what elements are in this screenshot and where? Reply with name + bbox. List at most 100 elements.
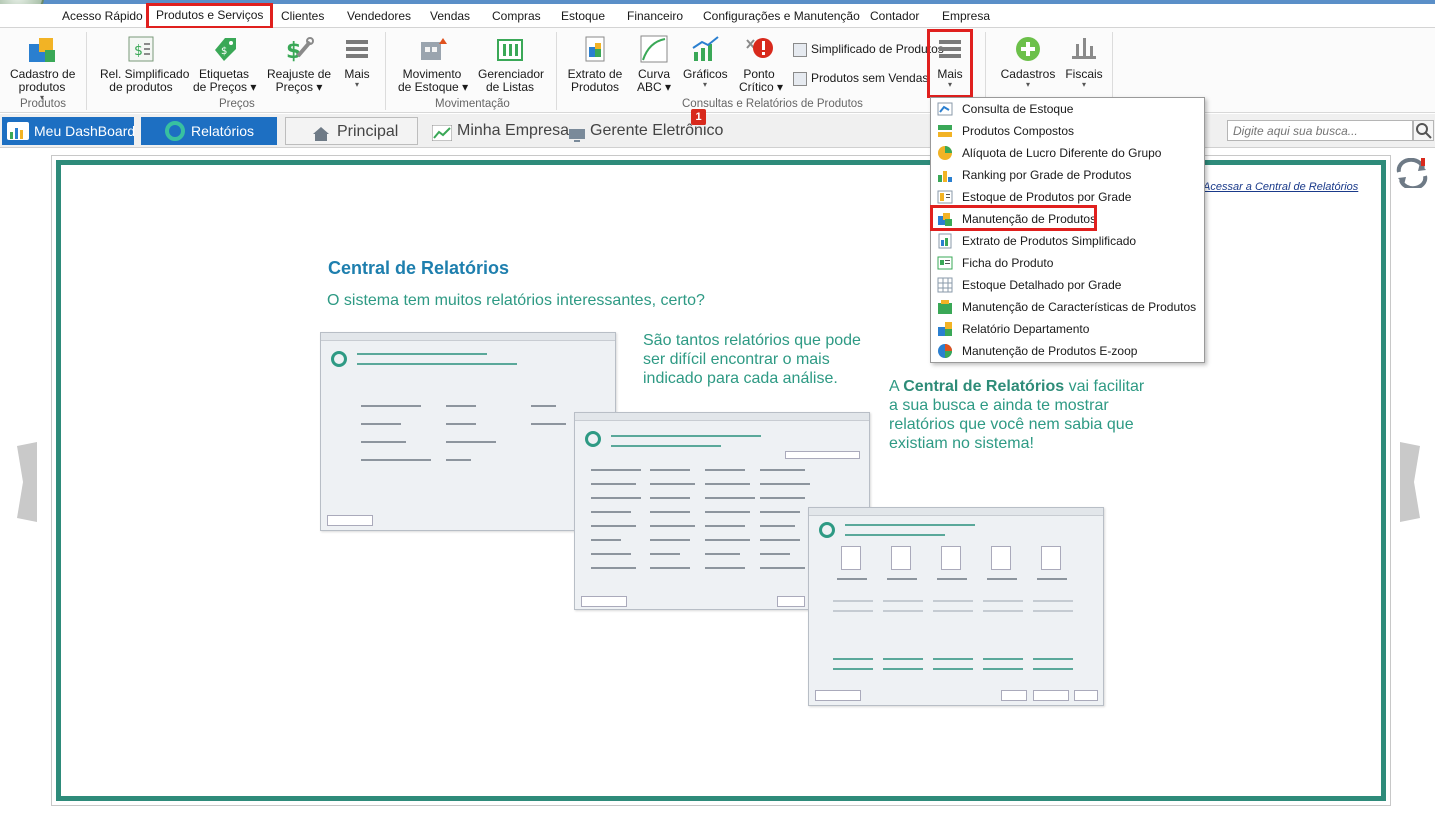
statement-icon xyxy=(937,233,953,249)
group-label-movimentacao: Movimentação xyxy=(435,98,510,110)
ezoop-icon xyxy=(937,343,953,359)
menu-item-ficha-produto[interactable]: Ficha do Produto xyxy=(931,252,1204,274)
profit-rate-icon xyxy=(937,145,953,161)
composite-products-icon xyxy=(937,123,953,139)
tab-minha-empresa[interactable]: Minha Empresa xyxy=(431,117,569,145)
menu-item-ranking-grade[interactable]: Ranking por Grade de Produtos xyxy=(931,164,1204,186)
home-icon xyxy=(312,124,330,152)
produtos-sem-vendas-button[interactable]: Produtos sem Vendas xyxy=(793,69,928,87)
notification-badge: 1 xyxy=(691,109,706,125)
previous-arrow-button[interactable] xyxy=(17,442,37,522)
main-menu-bar: Acesso Rápido Produtos e Serviços Client… xyxy=(0,3,1435,29)
tab-meu-dashboard[interactable]: Meu DashBoard xyxy=(2,117,135,145)
menu-clientes[interactable]: Clientes xyxy=(281,4,324,28)
rel-simplificado-button[interactable]: $ Rel. Simplificado de produtos xyxy=(100,34,189,94)
menu-contador[interactable]: Contador xyxy=(870,4,919,28)
group-label-produtos: Produtos xyxy=(20,98,67,110)
menu-empresa[interactable]: Empresa xyxy=(942,4,990,28)
ribbon-separator xyxy=(556,32,557,110)
menu-configuracoes[interactable]: Configurações e Manutenção xyxy=(703,4,860,28)
chart-icon xyxy=(431,123,453,151)
etiquetas-precos-button[interactable]: $ Etiquetas de Preços ▾ xyxy=(193,34,257,94)
menu-item-consulta-estoque[interactable]: Consulta de Estoque xyxy=(931,98,1204,120)
menu-item-relatorio-departamento[interactable]: Relatório Departamento xyxy=(931,318,1204,340)
critical-alert-icon xyxy=(744,34,774,64)
hamburger-menu-icon xyxy=(342,34,372,64)
dashboard-icon xyxy=(7,122,29,140)
department-icon xyxy=(937,321,953,337)
menu-item-caracteristicas[interactable]: Manutenção de Características de Produto… xyxy=(931,296,1204,318)
report-small-icon xyxy=(793,71,807,86)
extrato-produtos-button[interactable]: Extrato de Produtos xyxy=(567,34,623,94)
chevron-down-icon: ▾ xyxy=(702,80,707,89)
gerenciador-listas-button[interactable]: Gerenciador de Listas xyxy=(478,34,544,94)
search-icon xyxy=(1416,123,1432,139)
monitor-icon xyxy=(569,125,585,153)
wizard-screenshot-1 xyxy=(320,332,616,531)
price-tag-icon: $ xyxy=(209,34,239,64)
warehouse-icon xyxy=(417,34,447,64)
mais-highlight-box xyxy=(927,29,973,98)
curva-abc-button[interactable]: Curva ABC ▾ xyxy=(634,34,674,94)
chevron-down-icon: ▾ xyxy=(665,80,672,94)
menu-produtos-servicos[interactable]: Produtos e Serviços xyxy=(146,3,274,29)
tab-bar: Meu DashBoard Relatórios Principal Minha… xyxy=(0,114,1435,148)
reajuste-precos-button[interactable]: $ Reajuste de Preços ▾ xyxy=(267,34,331,94)
report-small-icon xyxy=(793,42,807,57)
search-button[interactable] xyxy=(1413,120,1434,141)
chevron-down-icon: ▾ xyxy=(1081,80,1086,89)
central-relatorios-link[interactable]: Acessar a Central de Relatórios xyxy=(1203,181,1358,193)
group-label-precos: Preços xyxy=(219,98,255,110)
curve-chart-icon xyxy=(639,34,669,64)
mais-precos-button[interactable]: Mais ▾ xyxy=(341,34,373,89)
bar-chart-icon xyxy=(690,34,720,64)
menu-item-estoque-detalhado[interactable]: Estoque Detalhado por Grade xyxy=(931,274,1204,296)
product-statement-icon xyxy=(580,34,610,64)
money-report-icon: $ xyxy=(126,34,156,64)
chevron-down-icon: ▾ xyxy=(316,80,323,94)
stock-query-icon xyxy=(937,101,953,117)
tab-relatorios[interactable]: Relatórios xyxy=(141,117,277,145)
intro-paragraph: São tantos relatórios que pode ser difíc… xyxy=(643,332,861,387)
chevron-down-icon: ▾ xyxy=(1025,80,1030,89)
menu-item-produtos-compostos[interactable]: Produtos Compostos xyxy=(931,120,1204,142)
menu-financeiro[interactable]: Financeiro xyxy=(627,4,683,28)
add-circle-icon xyxy=(1013,34,1043,64)
manutencao-highlight-box xyxy=(930,205,1097,231)
ponto-critico-button[interactable]: Ponto Crítico ▾ xyxy=(739,34,783,94)
chevron-down-icon: ▾ xyxy=(250,80,257,94)
search-input[interactable] xyxy=(1227,120,1413,141)
graficos-button[interactable]: Gráficos ▾ xyxy=(683,34,728,89)
ribbon-separator xyxy=(385,32,386,110)
menu-item-extrato-simplificado[interactable]: Extrato de Produtos Simplificado xyxy=(931,230,1204,252)
refresh-icon[interactable] xyxy=(1393,157,1431,191)
ranking-icon xyxy=(937,167,953,183)
fiscal-scale-icon xyxy=(1069,34,1099,64)
menu-vendas[interactable]: Vendas xyxy=(430,4,470,28)
wizard-screenshot-3 xyxy=(808,507,1104,706)
menu-vendedores[interactable]: Vendedores xyxy=(347,4,411,28)
chevron-down-icon: ▾ xyxy=(462,80,469,94)
stock-grade-icon xyxy=(937,189,953,205)
page-title: Central de Relatórios xyxy=(328,258,510,278)
movimento-estoque-button[interactable]: Movimento de Estoque ▾ xyxy=(398,34,469,94)
tab-gerente-eletronico[interactable]: Gerente Eletrônico xyxy=(569,117,723,145)
chevron-down-icon: ▾ xyxy=(777,80,784,94)
simplificado-produtos-button[interactable]: Simplificado de Produtos xyxy=(793,40,944,58)
ribbon-separator xyxy=(86,32,87,110)
cadastros-button[interactable]: Cadastros ▾ xyxy=(1000,34,1056,89)
tab-principal[interactable]: Principal xyxy=(285,117,418,145)
page-subtitle: O sistema tem muitos relatórios interess… xyxy=(327,292,705,309)
svg-text:$: $ xyxy=(286,39,301,64)
menu-acesso-rapido[interactable]: Acesso Rápido xyxy=(62,4,143,28)
svg-text:$: $ xyxy=(221,46,227,57)
menu-compras[interactable]: Compras xyxy=(492,4,541,28)
list-manager-icon xyxy=(495,34,525,64)
cadastro-produtos-button[interactable]: Cadastro de produtos ▾ xyxy=(10,34,75,102)
wrench-dollar-icon: $ xyxy=(284,34,314,64)
menu-item-aliquota-lucro[interactable]: Alíquota de Lucro Diferente do Grupo xyxy=(931,142,1204,164)
menu-estoque[interactable]: Estoque xyxy=(561,4,605,28)
menu-item-manutencao-ezoop[interactable]: Manutenção de Produtos E-zoop xyxy=(931,340,1204,362)
fiscais-button[interactable]: Fiscais ▾ xyxy=(1064,34,1104,89)
next-arrow-button[interactable] xyxy=(1400,442,1420,522)
